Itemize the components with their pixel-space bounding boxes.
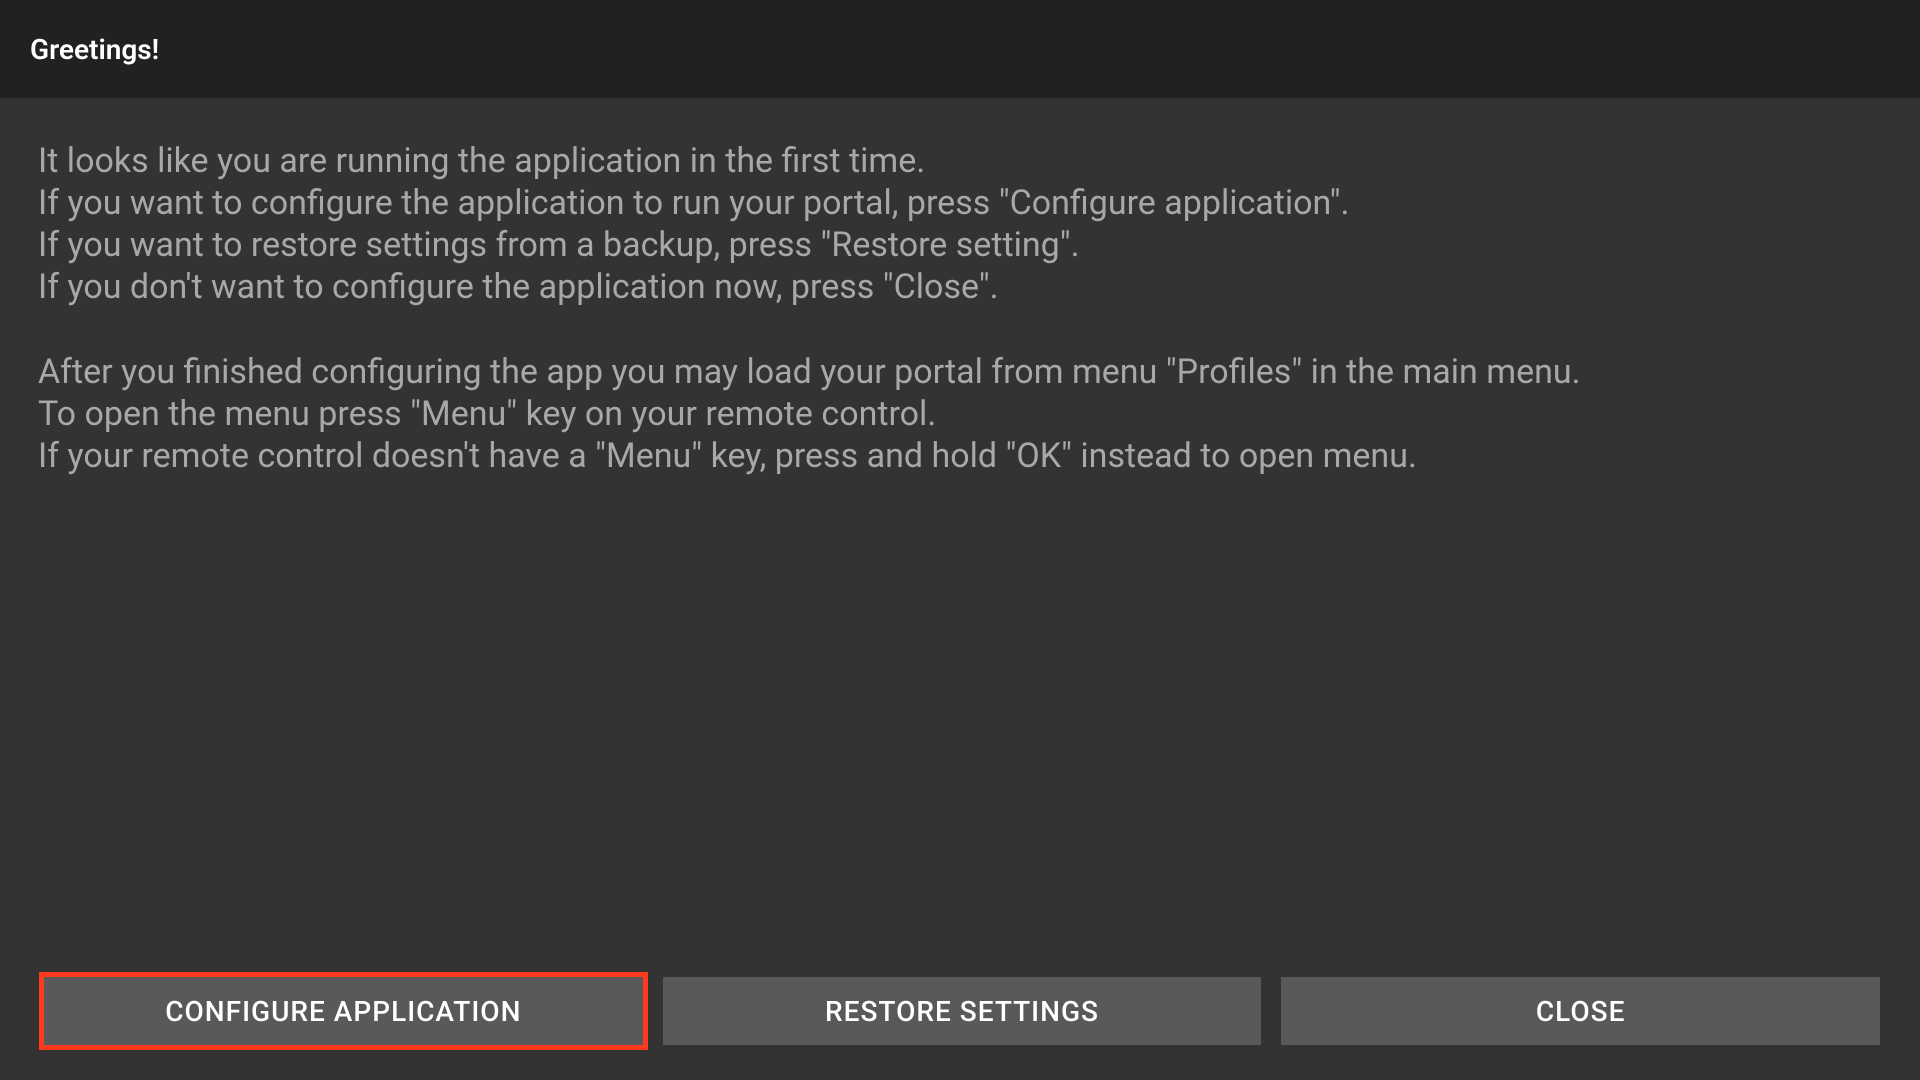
dialog-content: It looks like you are running the applic… xyxy=(0,98,1920,519)
message-line-2: If you want to configure the application… xyxy=(38,183,1349,223)
close-button[interactable]: CLOSE xyxy=(1281,977,1880,1045)
dialog-message: It looks like you are running the applic… xyxy=(38,140,1882,477)
configure-application-button[interactable]: CONFIGURE APPLICATION xyxy=(44,977,643,1045)
dialog-title: Greetings! xyxy=(30,33,159,66)
message-line-8: If your remote control doesn't have a "M… xyxy=(38,436,1417,476)
dialog-header: Greetings! xyxy=(0,0,1920,98)
message-line-6: After you finished configuring the app y… xyxy=(38,352,1581,392)
restore-settings-button[interactable]: RESTORE SETTINGS xyxy=(663,977,1262,1045)
button-row: CONFIGURE APPLICATION RESTORE SETTINGS C… xyxy=(44,977,1880,1045)
message-line-3: If you want to restore settings from a b… xyxy=(38,225,1080,265)
message-line-4: If you don't want to configure the appli… xyxy=(38,267,999,307)
message-line-7: To open the menu press "Menu" key on you… xyxy=(38,394,936,434)
message-line-1: It looks like you are running the applic… xyxy=(38,141,925,181)
